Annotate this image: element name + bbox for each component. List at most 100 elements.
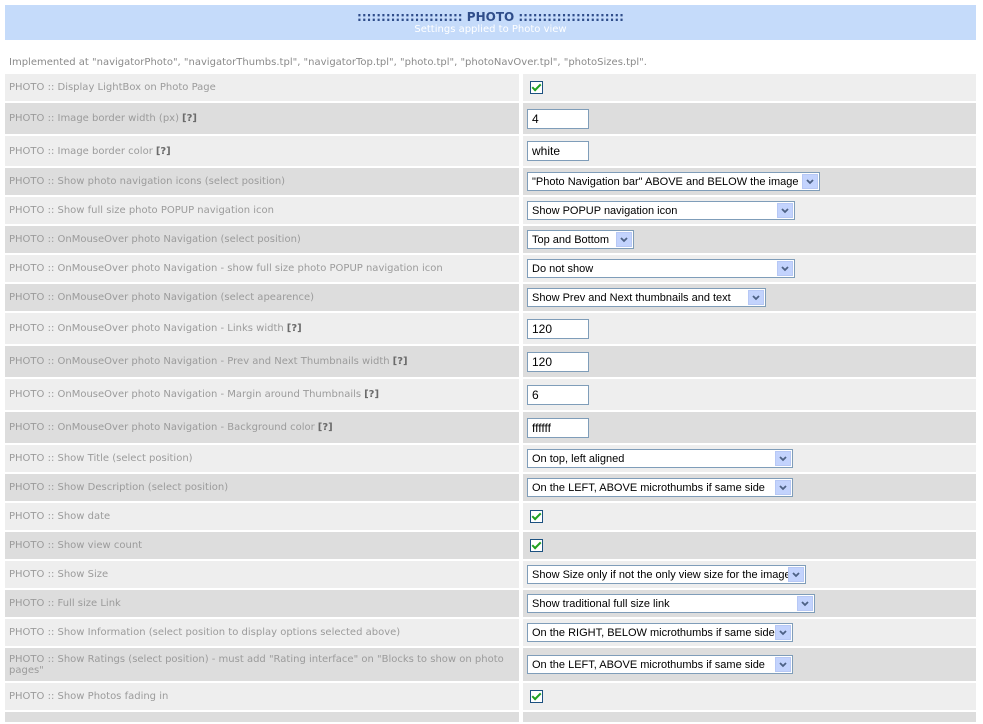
section-subtitle: Settings applied to Photo view (414, 24, 567, 35)
setting-control-cell: white (523, 136, 976, 166)
setting-checkbox[interactable] (530, 81, 543, 94)
select-value: "Photo Navigation bar" ABOVE and BELOW t… (532, 175, 799, 188)
help-link[interactable]: [?] (287, 323, 302, 334)
setting-text-input[interactable]: 6 (527, 384, 589, 405)
settings-table: PHOTO :: Display LightBox on Photo PageP… (5, 74, 976, 724)
select-value: On the LEFT, ABOVE microthumbs if same s… (532, 658, 765, 671)
help-link[interactable]: [?] (393, 356, 408, 367)
setting-checkbox[interactable] (530, 690, 543, 703)
section-header: :::::::::::::::::::::: PHOTO :::::::::::… (5, 5, 976, 40)
setting-label-cell: PHOTO :: Show date (5, 503, 519, 530)
chevron-down-icon[interactable] (777, 261, 793, 276)
select-value: Show Prev and Next thumbnails and text (532, 291, 731, 304)
setting-select[interactable]: On the LEFT, ABOVE microthumbs if same s… (527, 655, 793, 674)
setting-label: PHOTO :: Show Description (select positi… (9, 482, 229, 493)
setting-label-cell: PHOTO :: Display LightBox on Photo Page (5, 74, 519, 101)
setting-control-cell: Top and Bottom (523, 226, 976, 253)
setting-control-cell: On top, left aligned (523, 445, 976, 472)
setting-select[interactable]: On top, left aligned (527, 449, 793, 468)
setting-select[interactable]: Do not show (527, 259, 795, 278)
setting-label: PHOTO :: Show view count (9, 540, 143, 551)
setting-label-cell: PHOTO :: OnMouseOver photo Navigation (s… (5, 226, 519, 253)
setting-row: PHOTO :: Show photo navigation icons (se… (5, 168, 976, 197)
setting-label-cell (5, 712, 519, 722)
help-link[interactable]: [?] (318, 422, 333, 433)
setting-control-cell: "Photo Navigation bar" ABOVE and BELOW t… (523, 168, 976, 195)
select-value: Show POPUP navigation icon (532, 204, 678, 217)
setting-control-cell: Show Prev and Next thumbnails and text (523, 284, 976, 311)
select-value: Top and Bottom (532, 233, 610, 246)
setting-select[interactable]: Show POPUP navigation icon (527, 201, 795, 220)
chevron-down-icon[interactable] (777, 203, 793, 218)
chevron-down-icon[interactable] (775, 657, 791, 672)
setting-text-input[interactable]: white (527, 141, 589, 161)
setting-label-cell: PHOTO :: OnMouseOver photo Navigation (s… (5, 284, 519, 311)
help-link[interactable]: [?] (156, 146, 171, 157)
setting-checkbox[interactable] (530, 539, 543, 552)
setting-row: PHOTO :: Show Size Show Size only if not … (5, 561, 976, 590)
setting-label-cell: PHOTO :: Full size Link (5, 590, 519, 617)
setting-select[interactable]: Show traditional full size link (527, 594, 815, 613)
select-value: Do not show (532, 262, 594, 275)
setting-label: PHOTO :: OnMouseOver photo Navigation - … (9, 356, 390, 367)
setting-text-input[interactable]: 120 (527, 351, 589, 372)
setting-text-input[interactable]: 4 (527, 108, 589, 129)
setting-label: PHOTO :: OnMouseOver photo Navigation - … (9, 422, 315, 433)
setting-select[interactable]: Show Prev and Next thumbnails and text (527, 288, 766, 307)
setting-row: PHOTO :: Full size Link Show traditional … (5, 590, 976, 619)
setting-control-cell: Show POPUP navigation icon (523, 197, 976, 224)
setting-control-cell: On the RIGHT, BELOW microthumbs if same … (523, 619, 976, 646)
setting-checkbox[interactable] (530, 510, 543, 523)
setting-select[interactable]: "Photo Navigation bar" ABOVE and BELOW t… (527, 172, 820, 191)
setting-row: PHOTO :: OnMouseOver photo Navigation - … (5, 346, 976, 379)
setting-label: PHOTO :: Show photo navigation icons (se… (9, 176, 286, 187)
setting-row: PHOTO :: OnMouseOver photo Navigation - … (5, 379, 976, 412)
setting-row: PHOTO :: OnMouseOver photo Navigation - … (5, 412, 976, 445)
setting-label: PHOTO :: OnMouseOver photo Navigation - … (9, 263, 443, 274)
setting-label-cell: PHOTO :: Image border color [?] (5, 136, 519, 166)
setting-label-cell: PHOTO :: Show Description (select positi… (5, 474, 519, 501)
help-link[interactable]: [?] (182, 113, 197, 124)
chevron-down-icon[interactable] (775, 625, 791, 640)
setting-row: PHOTO :: Display LightBox on Photo Page (5, 74, 976, 103)
chevron-down-icon[interactable] (802, 174, 818, 189)
setting-control-cell (523, 503, 976, 530)
setting-select[interactable]: Show Size only if not the only view size… (527, 565, 806, 584)
setting-control-cell (523, 74, 976, 101)
chevron-down-icon[interactable] (788, 567, 804, 582)
setting-control-cell (523, 712, 976, 722)
setting-select[interactable]: Top and Bottom (527, 230, 634, 249)
setting-label-cell: PHOTO :: OnMouseOver photo Navigation - … (5, 313, 519, 344)
setting-row: PHOTO :: Show full size photo POPUP navi… (5, 197, 976, 226)
setting-control-cell: 120 (523, 346, 976, 377)
setting-label-cell: PHOTO :: Show view count (5, 532, 519, 559)
setting-label-cell: PHOTO :: Show Title (select position) (5, 445, 519, 472)
setting-row: PHOTO :: Image border width (px) [?] 4 (5, 103, 976, 136)
setting-control-cell: Show traditional full size link (523, 590, 976, 617)
setting-text-input[interactable]: ffffff (527, 417, 589, 438)
setting-label: PHOTO :: OnMouseOver photo Navigation - … (9, 323, 284, 334)
setting-control-cell: 4 (523, 103, 976, 134)
setting-row (5, 712, 976, 724)
chevron-down-icon[interactable] (775, 480, 791, 495)
select-value: On the RIGHT, BELOW microthumbs if same … (532, 626, 775, 639)
setting-control-cell (523, 532, 976, 559)
setting-select[interactable]: On the LEFT, ABOVE microthumbs if same s… (527, 478, 793, 497)
setting-label: PHOTO :: OnMouseOver photo Navigation (s… (9, 292, 314, 303)
setting-select[interactable]: On the RIGHT, BELOW microthumbs if same … (527, 623, 793, 642)
chevron-down-icon[interactable] (616, 232, 632, 247)
select-value: On top, left aligned (532, 452, 625, 465)
setting-label-cell: PHOTO :: OnMouseOver photo Navigation - … (5, 379, 519, 410)
setting-label-cell: PHOTO :: Show Information (select positi… (5, 619, 519, 646)
setting-label-cell: PHOTO :: Show Size (5, 561, 519, 588)
help-link[interactable]: [?] (364, 389, 379, 400)
setting-label: PHOTO :: Display LightBox on Photo Page (9, 82, 216, 93)
chevron-down-icon[interactable] (748, 290, 764, 305)
setting-label: PHOTO :: OnMouseOver photo Navigation (s… (9, 234, 301, 245)
chevron-down-icon[interactable] (797, 596, 813, 611)
setting-text-input[interactable]: 120 (527, 318, 589, 339)
chevron-down-icon[interactable] (775, 451, 791, 466)
setting-control-cell (523, 683, 976, 710)
setting-row: PHOTO :: OnMouseOver photo Navigation - … (5, 313, 976, 346)
setting-label: PHOTO :: Show Title (select position) (9, 453, 193, 464)
